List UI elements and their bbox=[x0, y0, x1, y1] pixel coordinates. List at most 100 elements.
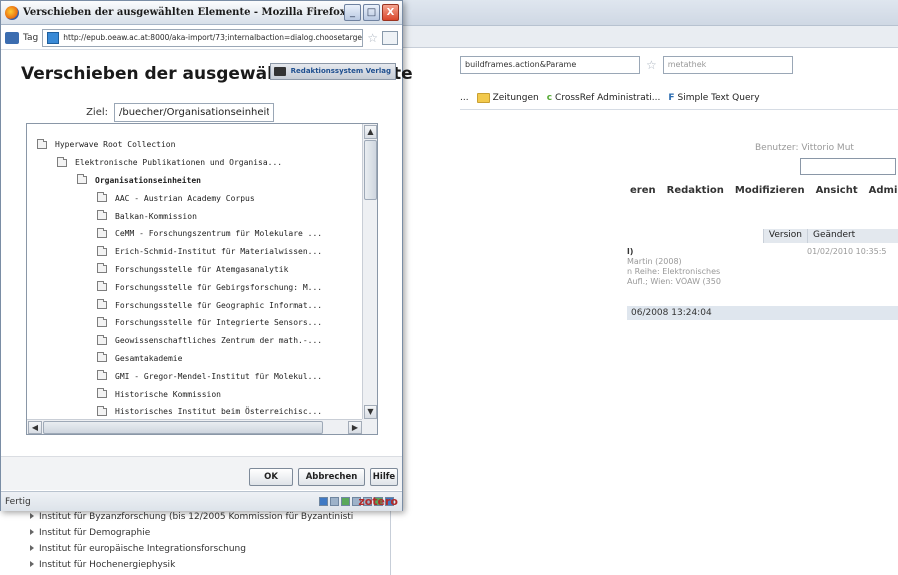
bookmark-item[interactable]: F Simple Text Query bbox=[668, 93, 759, 103]
sidebar-item[interactable]: Institut für Hochenergiephysik bbox=[30, 557, 390, 573]
ok-button[interactable]: OK bbox=[249, 468, 293, 486]
tag-icon bbox=[5, 31, 19, 44]
background-titlebar bbox=[400, 0, 898, 26]
redaktionssystem-badge: Redaktionssystem Verlag bbox=[269, 63, 396, 80]
expand-triangle-icon bbox=[30, 545, 34, 551]
scroll-left-button[interactable]: ◀ bbox=[28, 421, 42, 434]
bookmark-item[interactable]: c CrossRef Administrati... bbox=[547, 93, 661, 103]
tree-item[interactable]: Gesamtakademie bbox=[27, 350, 363, 368]
background-url-field[interactable]: buildframes.action&Parame bbox=[460, 56, 640, 74]
tree-item[interactable]: AAC - Austrian Academy Corpus bbox=[27, 189, 363, 207]
folder-icon bbox=[97, 281, 107, 292]
collection-tree: Hyperwave Root Collection Elektronische P… bbox=[27, 124, 363, 434]
folder-icon bbox=[97, 210, 107, 221]
background-search-field[interactable]: metathek bbox=[662, 56, 793, 74]
addon-icon[interactable] bbox=[319, 497, 328, 506]
scroll-right-button[interactable]: ▶ bbox=[348, 421, 362, 434]
crossref-icon: c bbox=[546, 92, 553, 103]
addon-icon[interactable] bbox=[341, 497, 350, 506]
folder-icon bbox=[97, 263, 107, 274]
folder-icon bbox=[97, 352, 107, 363]
status-text: Fertig bbox=[5, 496, 31, 507]
tree-item[interactable]: CeMM - Forschungszentrum für Molekulare … bbox=[27, 225, 363, 243]
tree-item[interactable]: Forschungsstelle für Gebirgsforschung: M… bbox=[27, 278, 363, 296]
menu-item-modifizieren[interactable]: Modifizieren bbox=[735, 185, 805, 196]
folder-icon bbox=[476, 92, 490, 103]
table-row[interactable]: l) Martin (2008) n Reihe: Elektronisches… bbox=[627, 247, 898, 287]
bookmark-item[interactable]: Zeitungen bbox=[476, 92, 539, 103]
bookmark-star-icon[interactable]: ☆ bbox=[646, 58, 657, 72]
target-path-input[interactable] bbox=[114, 102, 274, 122]
address-bar: Tag http://epub.oeaw.ac.at:8000/aka-impo… bbox=[1, 26, 402, 50]
menu-item-admin[interactable]: Admin bbox=[869, 185, 898, 196]
column-header-version[interactable]: Version bbox=[762, 229, 807, 243]
scroll-corner bbox=[362, 419, 377, 434]
page-icon[interactable] bbox=[382, 30, 398, 45]
maximize-button[interactable]: □ bbox=[363, 4, 380, 21]
vertical-scroll-thumb[interactable] bbox=[364, 140, 377, 200]
tree-item-label: Forschungsstelle für Gebirgsforschung: M… bbox=[115, 282, 323, 292]
user-search-field[interactable] bbox=[800, 158, 896, 175]
vertical-scrollbar[interactable]: ▲ ▼ bbox=[362, 124, 377, 420]
bookmark-label: Simple Text Query bbox=[677, 92, 760, 103]
folder-icon bbox=[97, 388, 107, 399]
dialog-titlebar[interactable]: Verschieben der ausgewählten Elemente - … bbox=[1, 1, 402, 25]
bookmark-label: Zeitungen bbox=[492, 92, 539, 103]
tree-item[interactable]: GMI - Gregor-Mendel-Institut für Molekul… bbox=[27, 367, 363, 385]
sidebar-item-label: Institut für Demographie bbox=[39, 528, 151, 538]
folder-icon bbox=[97, 316, 107, 327]
horizontal-scroll-thumb[interactable] bbox=[43, 421, 323, 434]
sidebar-item-label: Institut für Hochenergiephysik bbox=[39, 560, 176, 570]
tag-label[interactable]: Tag bbox=[23, 33, 38, 43]
zotero-button[interactable]: zotero bbox=[358, 495, 398, 508]
sidebar-item[interactable]: Institut für Demographie bbox=[30, 525, 390, 541]
tree-item[interactable]: Balkan-Kommission bbox=[27, 207, 363, 225]
target-row: Ziel: bbox=[1, 101, 402, 123]
table-header: Version Geändert bbox=[627, 229, 898, 243]
sidebar-item[interactable]: Institut für Byzanzforschung (bis 12/200… bbox=[30, 509, 390, 525]
bookmark-label: CrossRef Administrati... bbox=[555, 92, 661, 103]
tree-item[interactable]: Hyperwave Root Collection bbox=[27, 136, 363, 154]
divider bbox=[390, 505, 391, 575]
bookmark-item[interactable]: ... bbox=[460, 93, 469, 103]
tree-item[interactable]: Forschungsstelle für Integrierte Sensors… bbox=[27, 314, 363, 332]
tree-item-label: Geowissenschaftliches Zentrum der math.-… bbox=[115, 336, 323, 346]
help-button[interactable]: Hilfe bbox=[370, 468, 398, 486]
tree-item-label: GMI - Gregor-Mendel-Institut für Molekul… bbox=[115, 371, 323, 381]
entry-line: Aufl.; Wien: VÖAW (350 bbox=[627, 277, 721, 286]
tree-item[interactable]: Elektronische Publikationen und Organisa… bbox=[27, 154, 363, 172]
url-field[interactable]: http://epub.oeaw.ac.at:8000/aka-import/7… bbox=[42, 28, 364, 47]
horizontal-scrollbar[interactable]: ◀ ▶ bbox=[27, 419, 363, 434]
tree-item[interactable]: Organisationseinheiten bbox=[27, 172, 363, 190]
folder-icon bbox=[97, 245, 107, 256]
bookmark-label: ... bbox=[460, 92, 469, 103]
tree-item[interactable]: Forschungsstelle für Atemgasanalytik bbox=[27, 261, 363, 279]
window-title: Verschieben der ausgewählten Elemente - … bbox=[23, 7, 346, 18]
tree-item[interactable]: Erich-Schmid-Institut für Materialwissen… bbox=[27, 243, 363, 261]
scroll-down-button[interactable]: ▼ bbox=[364, 405, 377, 419]
menu-item-ansicht[interactable]: Ansicht bbox=[816, 185, 858, 196]
entry-date: 01/02/2010 10:35:5 bbox=[807, 247, 887, 256]
menu-item[interactable]: eren bbox=[630, 185, 656, 196]
tree-item[interactable]: Historische Kommission bbox=[27, 385, 363, 403]
tree-item[interactable]: Geowissenschaftliches Zentrum der math.-… bbox=[27, 332, 363, 350]
menu-item-redaktion[interactable]: Redaktion bbox=[667, 185, 724, 196]
folder-icon bbox=[97, 299, 107, 310]
folder-icon bbox=[77, 174, 87, 185]
minimize-button[interactable]: _ bbox=[344, 4, 361, 21]
date-row[interactable]: 06/2008 13:24:04 bbox=[627, 306, 898, 320]
bookmark-star-icon[interactable]: ☆ bbox=[367, 31, 378, 45]
column-header-geaendert[interactable]: Geändert bbox=[807, 229, 898, 243]
addon-icon[interactable] bbox=[330, 497, 339, 506]
cancel-button[interactable]: Abbrechen bbox=[298, 468, 365, 486]
tree-item-label: Organisationseinheiten bbox=[95, 175, 201, 185]
close-button[interactable]: X bbox=[382, 4, 399, 21]
tree-item[interactable]: Forschungsstelle für Geographic Informat… bbox=[27, 296, 363, 314]
sidebar-item[interactable]: Institut für europäische Integrationsfor… bbox=[30, 541, 390, 557]
expand-triangle-icon bbox=[30, 513, 34, 519]
expand-triangle-icon bbox=[30, 529, 34, 535]
tree-item-label: Balkan-Kommission bbox=[115, 211, 197, 221]
folder-icon bbox=[97, 405, 107, 416]
sidebar-item-label: Institut für Byzanzforschung (bis 12/200… bbox=[39, 512, 354, 522]
scroll-up-button[interactable]: ▲ bbox=[364, 125, 377, 139]
